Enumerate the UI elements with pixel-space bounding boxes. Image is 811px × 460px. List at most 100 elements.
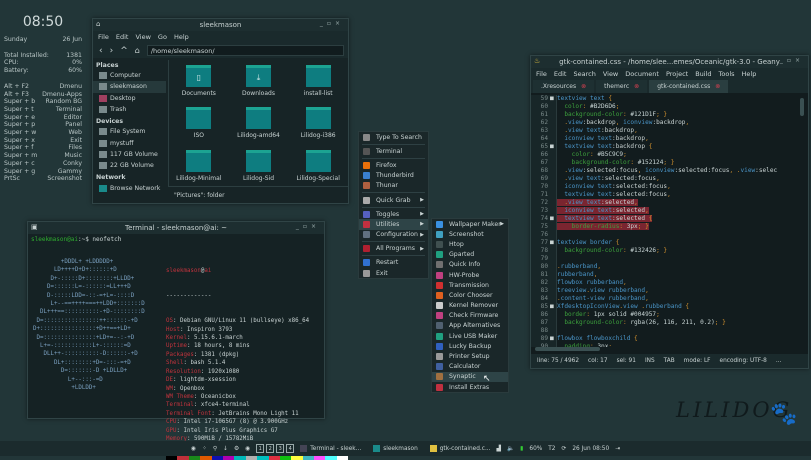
menu-item-live-usb-maker[interactable]: Live USB Maker [432, 331, 508, 341]
fold-marker[interactable] [550, 223, 557, 231]
logout-icon[interactable]: ⇥ [615, 446, 620, 452]
up-icon[interactable]: ^ [120, 46, 128, 56]
fold-marker[interactable] [550, 183, 557, 191]
menu-item-all-programs[interactable]: All Programs ▶ [359, 244, 428, 254]
fold-marker[interactable] [550, 199, 557, 207]
fold-marker[interactable]: ■ [550, 143, 557, 151]
sidebar-item-sleekmason[interactable]: sleekmason [93, 81, 166, 93]
menu-item-utilities[interactable]: Utilities ▶ [359, 219, 428, 230]
fold-marker[interactable] [550, 295, 557, 303]
fold-marker[interactable] [550, 255, 557, 263]
menu-item-kernel-remover[interactable]: Kernel Remover [432, 301, 508, 311]
folder-item[interactable]: ▯ Documents [169, 60, 229, 102]
fold-marker[interactable] [550, 151, 557, 159]
folder-item[interactable]: ⤓ Downloads [229, 60, 289, 102]
fold-marker[interactable] [550, 175, 557, 183]
menu-project[interactable]: Project [666, 70, 688, 78]
menu-item-type-to-search[interactable]: Type To Search [359, 132, 428, 142]
folder-item[interactable]: Lilidog-i386 [288, 102, 348, 144]
workspace-1[interactable]: 1 [256, 444, 265, 453]
menu-item-screenshot[interactable]: Screenshot [432, 229, 508, 239]
fold-marker[interactable] [550, 327, 557, 335]
download-icon[interactable]: ↓ [223, 446, 228, 452]
horizontal-scrollbar[interactable] [535, 347, 600, 351]
menu-item-wallpaper-maker[interactable]: Wallpaper Maker ▶ [432, 219, 508, 229]
settings-icon[interactable]: ⚙ [234, 446, 239, 452]
menu-item-transmission[interactable]: Transmission [432, 280, 508, 290]
sidebar-item-22-gb-volume[interactable]: 22 GB Volume [93, 160, 166, 171]
window-controls[interactable]: _▫× [320, 20, 344, 27]
menu-file[interactable]: File [98, 33, 109, 41]
menu-icon[interactable]: ◉ [191, 446, 196, 452]
sidebar-item-mystuff[interactable]: mystuff [93, 137, 166, 148]
pin-icon[interactable]: ⚲ [213, 446, 217, 452]
menu-item-install-extras[interactable]: Install Extras [432, 382, 508, 392]
close-tab-icon[interactable]: ⊗ [581, 83, 586, 90]
folder-item[interactable]: ISO [169, 102, 229, 144]
fold-marker[interactable]: ■ [550, 303, 557, 311]
menu-view[interactable]: View [603, 70, 618, 78]
menu-item-check-firmware[interactable]: Check Firmware [432, 311, 508, 321]
sidebar-item-browse-network[interactable]: Browse Network [93, 182, 166, 193]
folder-item[interactable]: install-list [288, 60, 348, 102]
menu-item-app-alternatives[interactable]: App Alternatives [432, 321, 508, 331]
folder-item[interactable]: Lilidog-Minimal [169, 145, 229, 187]
menu-help[interactable]: Help [742, 70, 757, 78]
sidebar-item-trash[interactable]: Trash [93, 104, 166, 115]
menu-help[interactable]: Help [174, 33, 189, 41]
sidebar-item-file-system[interactable]: File System [93, 126, 166, 137]
forward-icon[interactable]: › [110, 46, 114, 56]
fold-marker[interactable] [550, 287, 557, 295]
apps-icon[interactable]: ⁘ [202, 446, 207, 452]
menu-item-calculator[interactable]: Calculator [432, 362, 508, 372]
terminal-output[interactable]: sleekmason@ai:~$ neofetch +DDDL+ +LDDDDD… [28, 234, 349, 460]
fold-marker[interactable] [550, 103, 557, 111]
menu-item-exit[interactable]: Exit [359, 268, 428, 278]
sidebar-item-computer[interactable]: Computer [93, 70, 166, 81]
code-editor[interactable]: 59 ■ textview text {60 color: #B2D6D6; 61 b… [531, 95, 794, 347]
t2-indicator[interactable]: T2 [548, 446, 555, 452]
menu-item-htop[interactable]: Htop [432, 239, 508, 249]
fold-marker[interactable] [550, 263, 557, 271]
clock[interactable]: 26 Jun 08:50 [572, 446, 609, 452]
fold-marker[interactable] [550, 159, 557, 167]
menu-item-terminal[interactable]: Terminal [359, 146, 428, 156]
menu-file[interactable]: File [536, 70, 547, 78]
menu-item-restart[interactable]: Restart [359, 258, 428, 268]
fold-marker[interactable] [550, 127, 557, 135]
task-button[interactable]: sleekmason [373, 445, 418, 452]
tab-gtk-contained-css[interactable]: gtk-contained.css ⊗ [649, 80, 729, 93]
task-button[interactable]: Terminal - sleek... [300, 445, 361, 452]
tab-themerc[interactable]: themerc ⊗ [596, 80, 648, 93]
menu-search[interactable]: Search [573, 70, 595, 78]
debian-icon[interactable]: ◉ [245, 446, 250, 452]
task-button[interactable]: gtk-contained.c... [429, 445, 490, 452]
menu-item-printer-setup[interactable]: Printer Setup [432, 351, 508, 361]
menu-item-synaptic[interactable]: Synaptic [432, 371, 508, 382]
volume-icon[interactable]: 🔈 [507, 446, 514, 452]
sidebar-item-desktop[interactable]: Desktop [93, 93, 166, 104]
menu-item-gparted[interactable]: Gparted [432, 250, 508, 260]
fold-marker[interactable] [550, 231, 557, 239]
menu-edit[interactable]: Edit [554, 70, 567, 78]
fold-marker[interactable] [550, 247, 557, 255]
fold-marker[interactable] [550, 167, 557, 175]
update-icon[interactable]: ⟳ [562, 446, 567, 452]
menu-view[interactable]: View [135, 33, 150, 41]
menu-item-quick-grab[interactable]: Quick Grab ▶ [359, 195, 428, 205]
workspace-2[interactable]: 2 [266, 444, 275, 453]
home-button-icon[interactable]: ⌂ [135, 46, 140, 55]
fold-marker[interactable] [550, 311, 557, 319]
menu-item-firefox[interactable]: Firefox [359, 160, 428, 170]
menu-item-quick-info[interactable]: Quick Info [432, 260, 508, 270]
fold-marker[interactable] [550, 279, 557, 287]
folder-item[interactable]: Lilidog-Special [288, 145, 348, 187]
fold-marker[interactable] [550, 119, 557, 127]
fold-marker[interactable] [550, 207, 557, 215]
window-controls[interactable]: _▫× [780, 57, 804, 64]
menu-item-thunar[interactable]: Thunar [359, 181, 428, 191]
folder-item[interactable]: Lilidog-Sid [229, 145, 289, 187]
back-icon[interactable]: ‹ [99, 46, 103, 56]
fold-marker[interactable] [550, 111, 557, 119]
fold-marker[interactable]: ■ [550, 239, 557, 247]
